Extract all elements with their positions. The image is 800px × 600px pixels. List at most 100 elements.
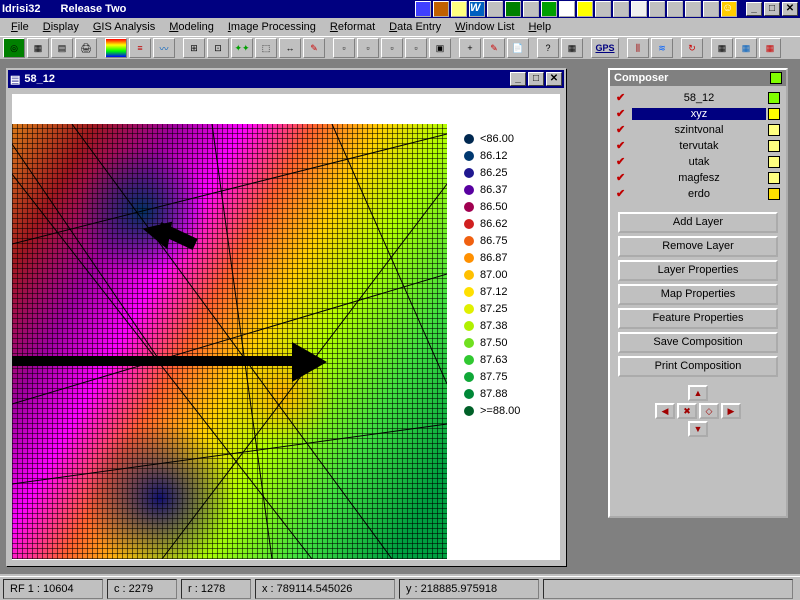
tool-button[interactable]: ▫ [357,38,379,58]
menu-gis-analysis[interactable]: GIS Analysis [86,20,162,34]
tool-button[interactable]: ⊞ [183,38,205,58]
layer-swatch[interactable] [768,172,780,184]
tool-button[interactable]: ▫ [405,38,427,58]
tool-button[interactable]: ▦ [735,38,757,58]
tool-button[interactable]: ▦ [711,38,733,58]
composer-print-composition-button[interactable]: Print Composition [618,356,778,377]
composer-remove-layer-button[interactable]: Remove Layer [618,236,778,257]
layer-check-icon[interactable]: ✔ [616,139,630,152]
map-window-titlebar[interactable]: ▤ 58_12 _ □ ✕ [8,70,564,88]
layer-name[interactable]: utak [632,156,766,168]
toolbar-shortcut-icon[interactable] [451,1,467,17]
tool-button[interactable]: 📄 [507,38,529,58]
composer-map-properties-button[interactable]: Map Properties [618,284,778,305]
menu-display[interactable]: Display [36,20,86,34]
gps-button[interactable]: GPS [591,38,619,58]
toolbar-shortcut-icon[interactable]: W [469,1,485,17]
toolbar-shortcut-icon[interactable] [523,1,539,17]
tool-button[interactable]: + [459,38,481,58]
layer-check-icon[interactable]: ✔ [616,171,630,184]
tool-button[interactable]: ↻ [681,38,703,58]
tool-button[interactable]: ? [537,38,559,58]
toolbar-shortcut-icon[interactable] [505,1,521,17]
tool-button[interactable]: ✎ [483,38,505,58]
layer-check-icon[interactable]: ✔ [616,187,630,200]
tool-button[interactable] [105,38,127,58]
nav-up-button[interactable]: ▲ [688,385,708,401]
map-maximize-button[interactable]: □ [528,72,544,86]
tool-button[interactable]: ✎ [303,38,325,58]
tool-button[interactable]: ▦ [27,38,49,58]
tool-button[interactable]: 〰 [153,38,175,58]
layer-swatch[interactable] [768,108,780,120]
menu-modeling[interactable]: Modeling [162,20,221,34]
toolbar-shortcut-icon[interactable] [559,1,575,17]
layer-row[interactable]: ✔erdo [616,186,780,201]
layer-name[interactable]: szintvonal [632,124,766,136]
toolbar-shortcut-icon[interactable] [613,1,629,17]
tool-button[interactable]: ≋ [651,38,673,58]
tool-button[interactable]: ↔ [279,38,301,58]
nav-center-button[interactable]: ✖ [677,403,697,419]
tool-button[interactable]: ◎ [3,38,25,58]
toolbar-shortcut-icon[interactable] [685,1,701,17]
menu-file[interactable]: File [4,20,36,34]
toolbar-shortcut-icon[interactable] [433,1,449,17]
minimize-button[interactable]: _ [746,2,762,16]
layer-row[interactable]: ✔58_12 [616,90,780,105]
menu-reformat[interactable]: Reformat [323,20,382,34]
menu-window-list[interactable]: Window List [448,20,521,34]
tool-button[interactable]: ⊡ [207,38,229,58]
nav-left-button[interactable]: ◀ [655,403,675,419]
tool-button[interactable]: ✦✦ [231,38,253,58]
toolbar-shortcut-icon[interactable] [631,1,647,17]
toolbar-shortcut-icon[interactable] [649,1,665,17]
tool-button[interactable]: ▫ [381,38,403,58]
menu-data-entry[interactable]: Data Entry [382,20,448,34]
layer-name[interactable]: xyz [632,108,766,120]
composer-feature-properties-button[interactable]: Feature Properties [618,308,778,329]
composer-save-composition-button[interactable]: Save Composition [618,332,778,353]
layer-check-icon[interactable]: ✔ [616,107,630,120]
layer-name[interactable]: 58_12 [632,92,766,104]
map-canvas[interactable]: <86.0086.1286.2586.3786.5086.6286.7586.8… [12,94,560,560]
layer-swatch[interactable] [768,124,780,136]
menu-help[interactable]: Help [521,20,558,34]
toolbar-shortcut-icon[interactable] [541,1,557,17]
layer-row[interactable]: ✔szintvonal [616,122,780,137]
composer-add-layer-button[interactable]: Add Layer [618,212,778,233]
toolbar-shortcut-icon[interactable] [595,1,611,17]
tool-button[interactable]: ▤ [51,38,73,58]
layer-swatch[interactable] [768,156,780,168]
tool-button[interactable]: ≡ [129,38,151,58]
tool-button[interactable]: 🖨 [75,38,97,58]
layer-row[interactable]: ✔utak [616,154,780,169]
layer-swatch[interactable] [768,188,780,200]
layer-name[interactable]: magfesz [632,172,766,184]
tool-button[interactable]: ⬚ [255,38,277,58]
toolbar-shortcut-icon[interactable]: ☺ [721,1,737,17]
tool-button[interactable]: ▫ [333,38,355,58]
layer-name[interactable]: erdo [632,188,766,200]
toolbar-shortcut-icon[interactable] [415,1,431,17]
menu-image-processing[interactable]: Image Processing [221,20,323,34]
layer-row[interactable]: ✔xyz [616,106,780,121]
maximize-button[interactable]: □ [764,2,780,16]
layer-row[interactable]: ✔magfesz [616,170,780,185]
tool-button[interactable]: ▣ [429,38,451,58]
nav-right-button[interactable]: ▶ [721,403,741,419]
layer-row[interactable]: ✔tervutak [616,138,780,153]
tool-button[interactable]: ▦ [759,38,781,58]
composer-layer-properties-button[interactable]: Layer Properties [618,260,778,281]
map-minimize-button[interactable]: _ [510,72,526,86]
toolbar-shortcut-icon[interactable] [487,1,503,17]
composer-titlebar[interactable]: Composer [610,70,786,86]
toolbar-shortcut-icon[interactable] [577,1,593,17]
map-close-button[interactable]: ✕ [546,72,562,86]
toolbar-shortcut-icon[interactable] [703,1,719,17]
close-button[interactable]: ✕ [782,2,798,16]
toolbar-shortcut-icon[interactable] [667,1,683,17]
tool-button[interactable]: ▦ [561,38,583,58]
layer-check-icon[interactable]: ✔ [616,123,630,136]
nav-down-button[interactable]: ▼ [688,421,708,437]
